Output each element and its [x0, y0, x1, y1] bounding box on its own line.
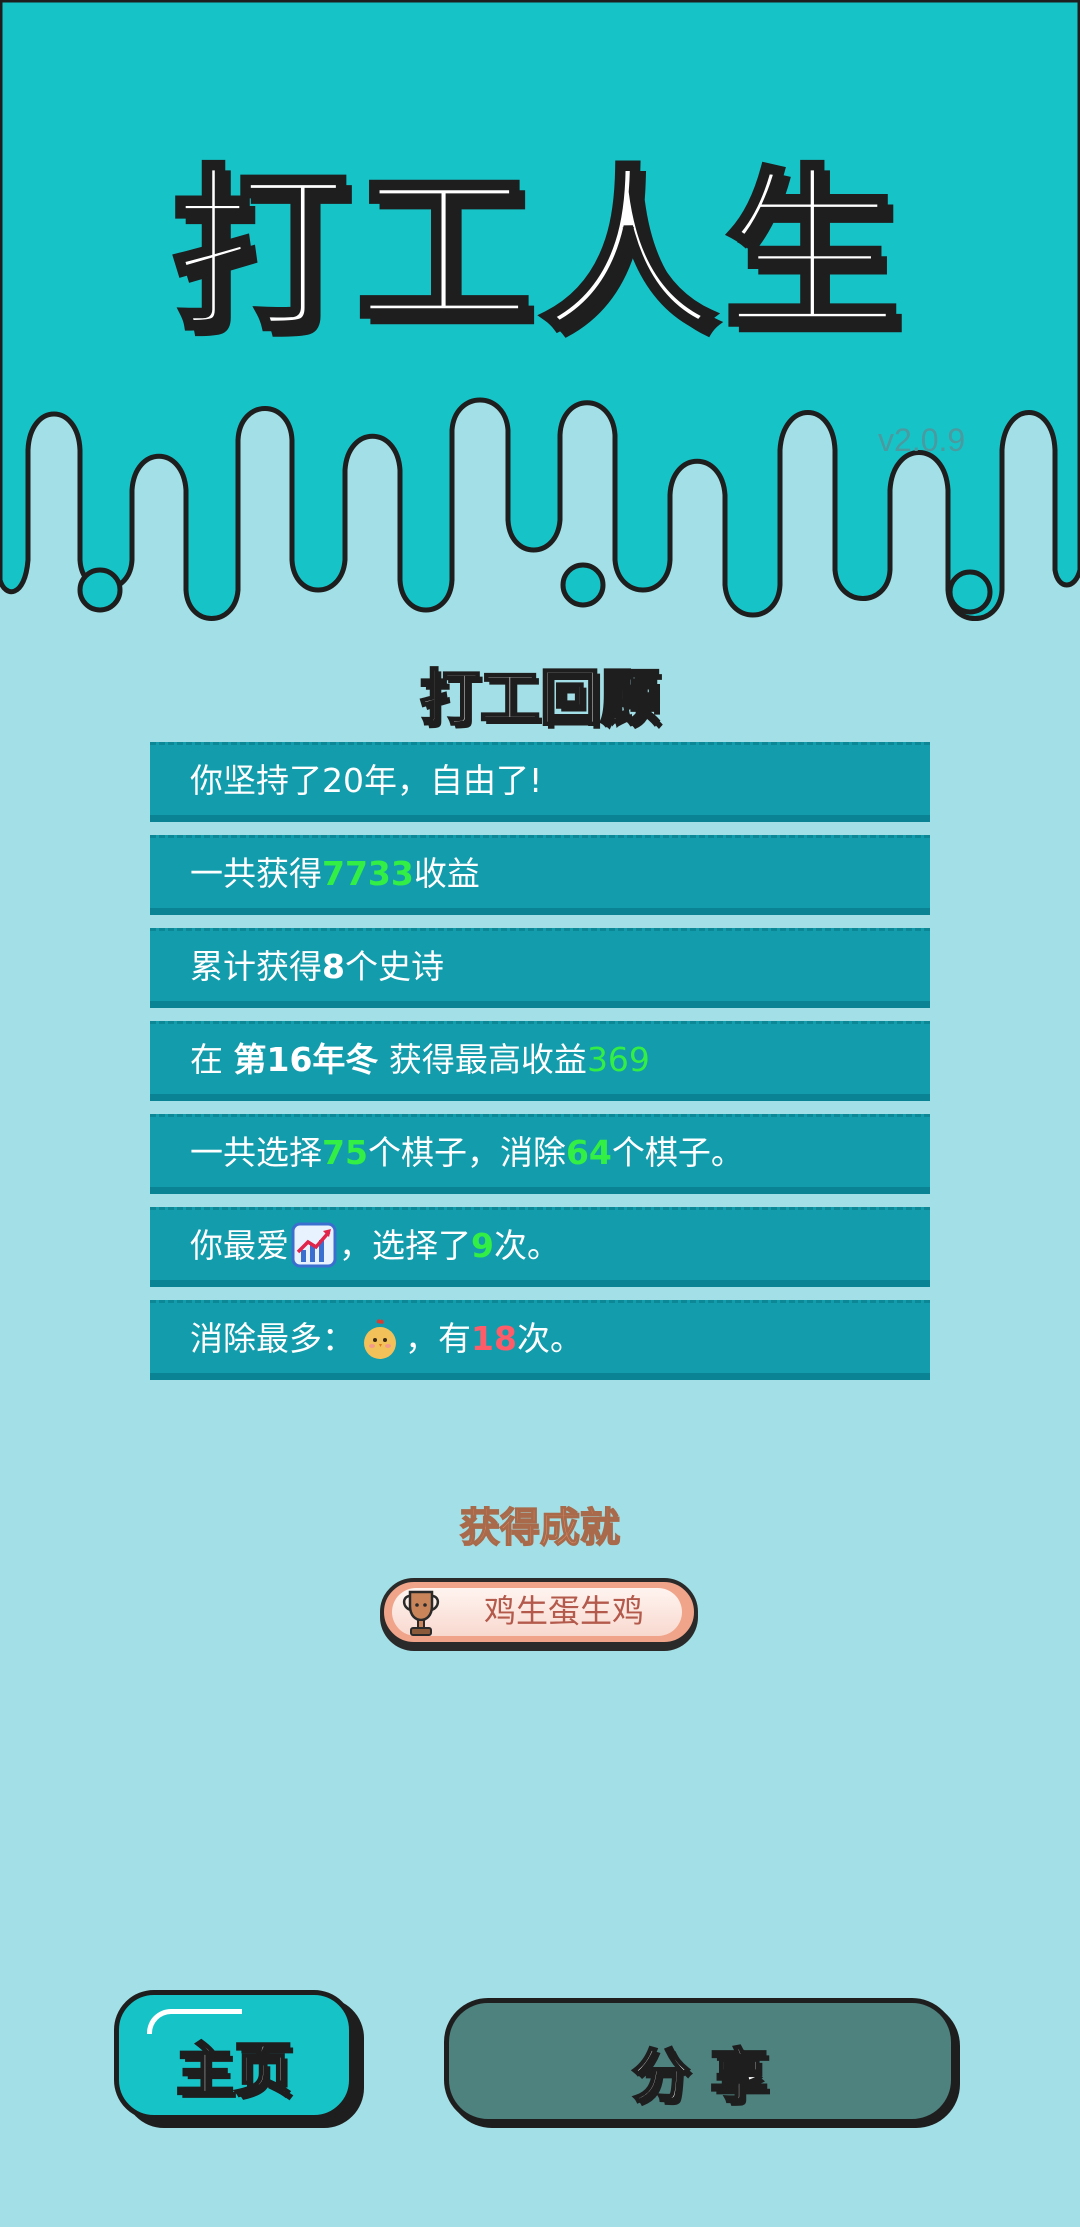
chart-up-icon — [291, 1222, 337, 1267]
stat-row-best-season: 在 第16年冬 获得最高收益369 — [150, 1021, 930, 1101]
earnings-value: 7733 — [322, 854, 414, 893]
version-label: v2.0.9 — [878, 422, 966, 458]
stat-part: 个棋子，消除 — [367, 1133, 566, 1172]
stat-text: 你坚持了20年，自由了! — [190, 761, 543, 800]
favorite-count-value: 9 — [471, 1226, 494, 1265]
stat-prefix: 你最爱 — [190, 1226, 289, 1265]
stat-row-years: 你坚持了20年，自由了! — [150, 742, 930, 822]
share-button-label: 分 享 — [631, 2041, 770, 2112]
stat-row-epics: 累计获得8个史诗 — [150, 928, 930, 1008]
stat-row-most-removed: 消除最多： ，有18次。 — [150, 1300, 930, 1380]
stat-prefix: 在 — [190, 1040, 234, 1079]
best-season-value: 第16年冬 — [233, 1040, 379, 1079]
stat-prefix: 累计获得 — [190, 947, 322, 986]
home-button-label: 主页 — [175, 2035, 294, 2106]
achievement-badge[interactable]: 鸡生蛋生鸡 — [380, 1578, 698, 1646]
trophy-icon — [402, 1590, 440, 1636]
achievement-badge-label: 鸡生蛋生鸡 — [484, 1592, 645, 1630]
stat-suffix: 次。 — [516, 1319, 583, 1358]
review-heading: 打工回顾 — [419, 663, 662, 736]
share-button[interactable]: 分 享 — [444, 1998, 956, 2124]
removed-count-value: 64 — [565, 1133, 612, 1172]
stat-part: 一共选择 — [190, 1133, 322, 1172]
stat-mid: ，选择了 — [339, 1226, 471, 1265]
most-removed-count-value: 18 — [471, 1319, 517, 1358]
best-earnings-value: 369 — [586, 1040, 650, 1079]
stat-mid: ，有 — [405, 1319, 471, 1358]
chosen-count-value: 75 — [322, 1133, 368, 1172]
stat-row-earnings: 一共获得7733收益 — [150, 835, 930, 915]
stat-row-pieces: 一共选择75个棋子，消除64个棋子。 — [150, 1114, 930, 1194]
achievement-heading: 获得成就 — [459, 1504, 621, 1552]
stat-suffix: 收益 — [413, 854, 480, 893]
stat-part: 个棋子。 — [611, 1133, 744, 1172]
home-button[interactable]: 主页 — [114, 1990, 354, 2120]
stat-suffix: 次。 — [493, 1226, 560, 1265]
chick-icon — [364, 1318, 396, 1359]
stat-suffix: 个史诗 — [344, 947, 444, 986]
epic-count-value: 8 — [322, 947, 345, 986]
stat-prefix: 消除最多： — [190, 1319, 355, 1358]
stat-mid: 获得最高收益 — [378, 1040, 587, 1079]
game-title: 打工人生 — [169, 150, 908, 355]
stat-row-favorite: 你最爱 ，选择了9次。 — [150, 1207, 930, 1287]
stat-prefix: 一共获得 — [190, 854, 322, 893]
